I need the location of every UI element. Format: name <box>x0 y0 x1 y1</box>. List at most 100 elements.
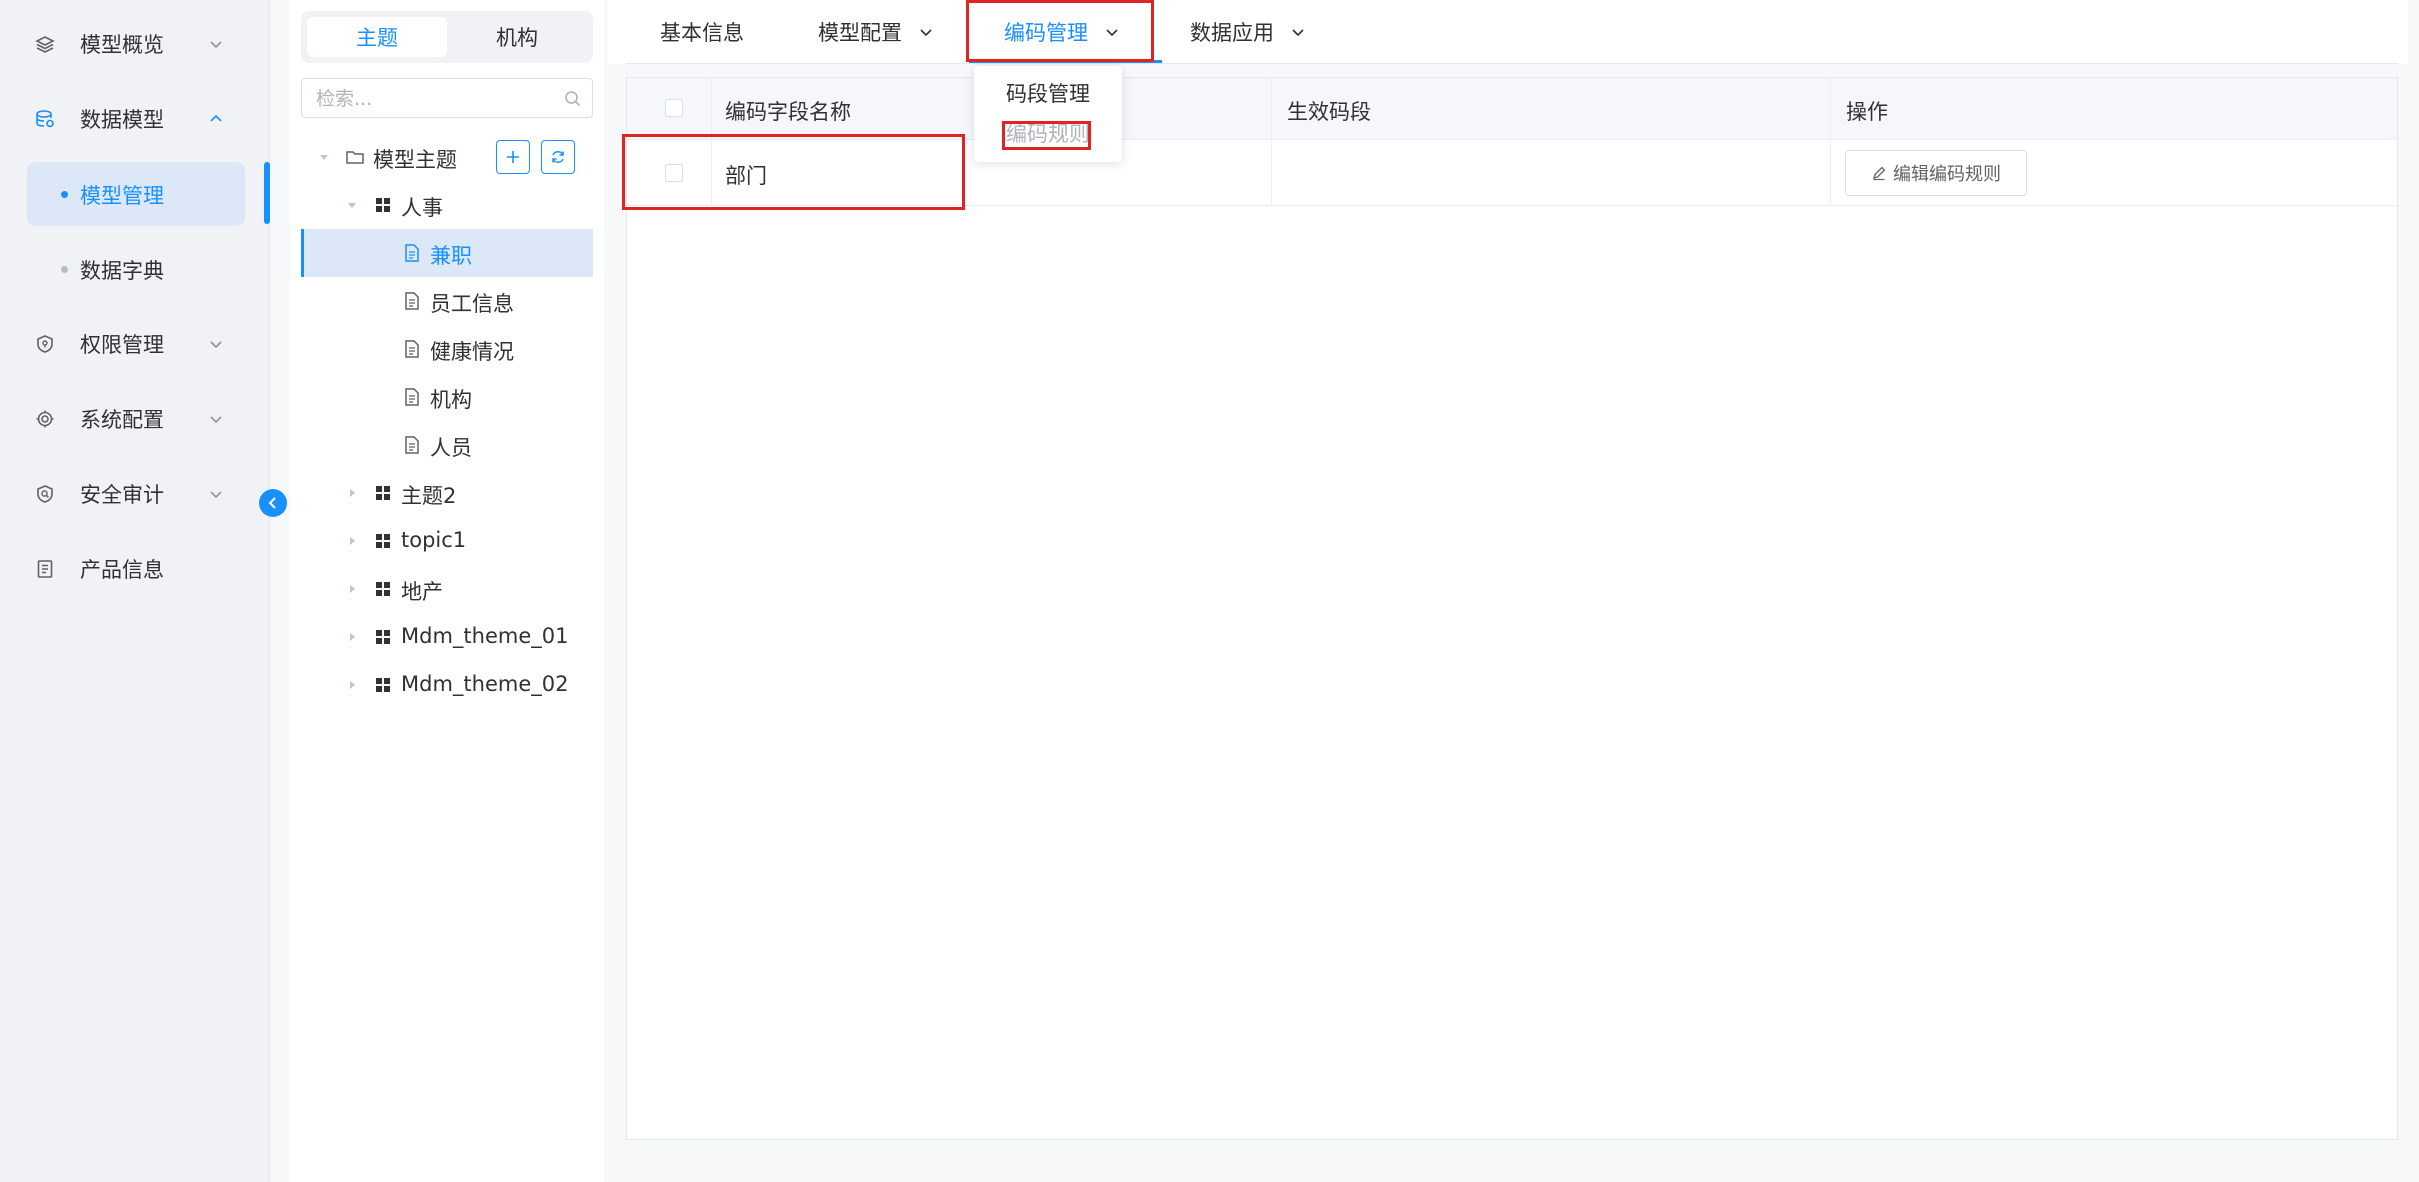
nav-security-audit[interactable]: 安全审计 <box>0 464 270 524</box>
layers-icon <box>33 32 57 56</box>
tab-label: 数据应用 <box>1190 21 1274 45</box>
tree-search <box>301 78 593 118</box>
sub-item-label: 数据字典 <box>80 259 164 283</box>
audit-shield-icon <box>33 482 57 506</box>
table-row: 部门 编辑编码规则 <box>627 140 2397 206</box>
file-icon <box>405 244 419 262</box>
tree-node-group[interactable]: 地产 <box>301 565 593 613</box>
nav-label: 模型概览 <box>80 33 164 57</box>
tree-label: Mdm_theme_02 <box>401 672 569 696</box>
tree-panel: 主题 机构 模型主题 人事 兼职 <box>290 0 604 1182</box>
plus-icon <box>507 151 519 163</box>
refresh-button[interactable] <box>541 140 575 174</box>
edit-icon <box>1873 166 1886 181</box>
row-checkbox[interactable] <box>665 164 683 182</box>
tree-label: Mdm_theme_01 <box>401 624 569 648</box>
tree-node-group[interactable]: 主题2 <box>301 469 593 517</box>
tab-model-config[interactable]: 模型配置 <box>818 0 936 64</box>
tree-label: 机构 <box>430 388 472 412</box>
chevron-up-icon <box>210 114 222 122</box>
segment-organization[interactable]: 机构 <box>447 17 587 57</box>
divider <box>626 63 2398 64</box>
caret-down-icon[interactable] <box>318 151 330 163</box>
file-icon <box>405 340 419 358</box>
tree-label: 主题2 <box>401 484 457 508</box>
chevron-down-icon <box>210 341 222 349</box>
tree-label: 健康情况 <box>430 340 514 364</box>
chevron-down-icon <box>1292 29 1304 37</box>
tree-node-leaf[interactable]: 机构 <box>301 373 593 421</box>
nav-label: 系统配置 <box>80 408 164 432</box>
segment-switch: 主题 机构 <box>301 11 593 63</box>
grid-icon <box>376 534 390 548</box>
chevron-down-icon <box>1106 29 1118 37</box>
tab-label: 基本信息 <box>660 21 744 45</box>
content-panel: 编码字段名称 生效码段 操作 部门 编辑编码规则 <box>626 77 2398 1140</box>
column-header-field-name: 编码字段名称 <box>725 100 851 124</box>
tab-label: 编码管理 <box>1004 21 1088 45</box>
chevron-down-icon <box>210 41 222 49</box>
tree-node-group[interactable]: 人事 <box>301 181 593 229</box>
column-header-actions: 操作 <box>1846 100 1888 124</box>
nav-permission-management[interactable]: 权限管理 <box>0 314 270 374</box>
nav-data-model[interactable]: 数据模型 <box>0 89 270 149</box>
caret-right-icon[interactable] <box>346 631 358 643</box>
sidebar-item-model-management[interactable]: 模型管理 <box>27 162 245 226</box>
column-header-effective-segment: 生效码段 <box>1287 100 1371 124</box>
nav-product-info[interactable]: 产品信息 <box>0 539 270 599</box>
tree-label: 兼职 <box>430 244 472 268</box>
tab-label: 模型配置 <box>818 21 902 45</box>
menu-item-segment-management[interactable]: 码段管理 <box>974 74 1122 114</box>
grid-icon <box>376 198 390 212</box>
main-area: 基本信息 模型配置 编码管理 数据应用 编码字段名称 生效码段 操作 部门 编辑… <box>608 0 2419 1182</box>
nav-label: 数据模型 <box>80 108 164 132</box>
nav-label: 安全审计 <box>80 483 164 507</box>
nav-label: 权限管理 <box>80 333 164 357</box>
tree-node-leaf[interactable]: 人员 <box>301 421 593 469</box>
document-icon <box>33 557 57 581</box>
menu-item-code-rule[interactable]: 编码规则 <box>974 114 1122 154</box>
tree-node-group[interactable]: Mdm_theme_02 <box>301 661 593 709</box>
caret-right-icon[interactable] <box>346 679 358 691</box>
tree-node-leaf[interactable]: 员工信息 <box>301 277 593 325</box>
grid-icon <box>376 486 390 500</box>
chevron-down-icon <box>920 29 932 37</box>
button-label: 编辑编码规则 <box>1893 164 2001 185</box>
database-icon <box>33 107 57 131</box>
tab-code-management[interactable]: 编码管理 <box>1004 0 1122 64</box>
segment-theme[interactable]: 主题 <box>307 17 447 57</box>
collapse-sidebar-button[interactable] <box>259 489 287 517</box>
settings-chip-icon <box>33 407 57 431</box>
bullet-dot <box>61 266 68 273</box>
search-input[interactable] <box>316 86 556 112</box>
refresh-icon <box>552 151 564 163</box>
nav-model-overview[interactable]: 模型概览 <box>0 14 270 74</box>
tree-label: 地产 <box>401 580 443 604</box>
chevron-down-icon <box>210 416 222 424</box>
tab-basic-info[interactable]: 基本信息 <box>660 0 744 64</box>
tree-node-group[interactable]: topic1 <box>301 517 593 565</box>
code-management-dropdown: 码段管理 编码规则 <box>974 66 1122 162</box>
nav-system-config[interactable]: 系统配置 <box>0 389 270 449</box>
tree-label: 模型主题 <box>373 148 457 172</box>
chevron-left-icon <box>268 497 276 509</box>
tree-label: topic1 <box>401 528 467 552</box>
grid-icon <box>376 630 390 644</box>
tree-node-leaf[interactable]: 健康情况 <box>301 325 593 373</box>
tree-node-leaf[interactable]: 兼职 <box>301 229 593 277</box>
edit-code-rule-button[interactable]: 编辑编码规则 <box>1845 150 2027 196</box>
shield-icon <box>33 332 57 356</box>
tab-data-application[interactable]: 数据应用 <box>1190 0 1308 64</box>
caret-right-icon[interactable] <box>346 583 358 595</box>
table-header: 编码字段名称 生效码段 操作 <box>627 78 2397 140</box>
add-node-button[interactable] <box>496 140 530 174</box>
caret-right-icon[interactable] <box>346 535 358 547</box>
caret-right-icon[interactable] <box>346 487 358 499</box>
sidebar-item-data-dictionary[interactable]: 数据字典 <box>27 237 245 301</box>
file-icon <box>405 292 419 310</box>
file-icon <box>405 436 419 454</box>
caret-down-icon[interactable] <box>346 199 358 211</box>
select-all-checkbox[interactable] <box>665 99 683 117</box>
tree-node-group[interactable]: Mdm_theme_01 <box>301 613 593 661</box>
search-icon[interactable] <box>563 89 583 109</box>
